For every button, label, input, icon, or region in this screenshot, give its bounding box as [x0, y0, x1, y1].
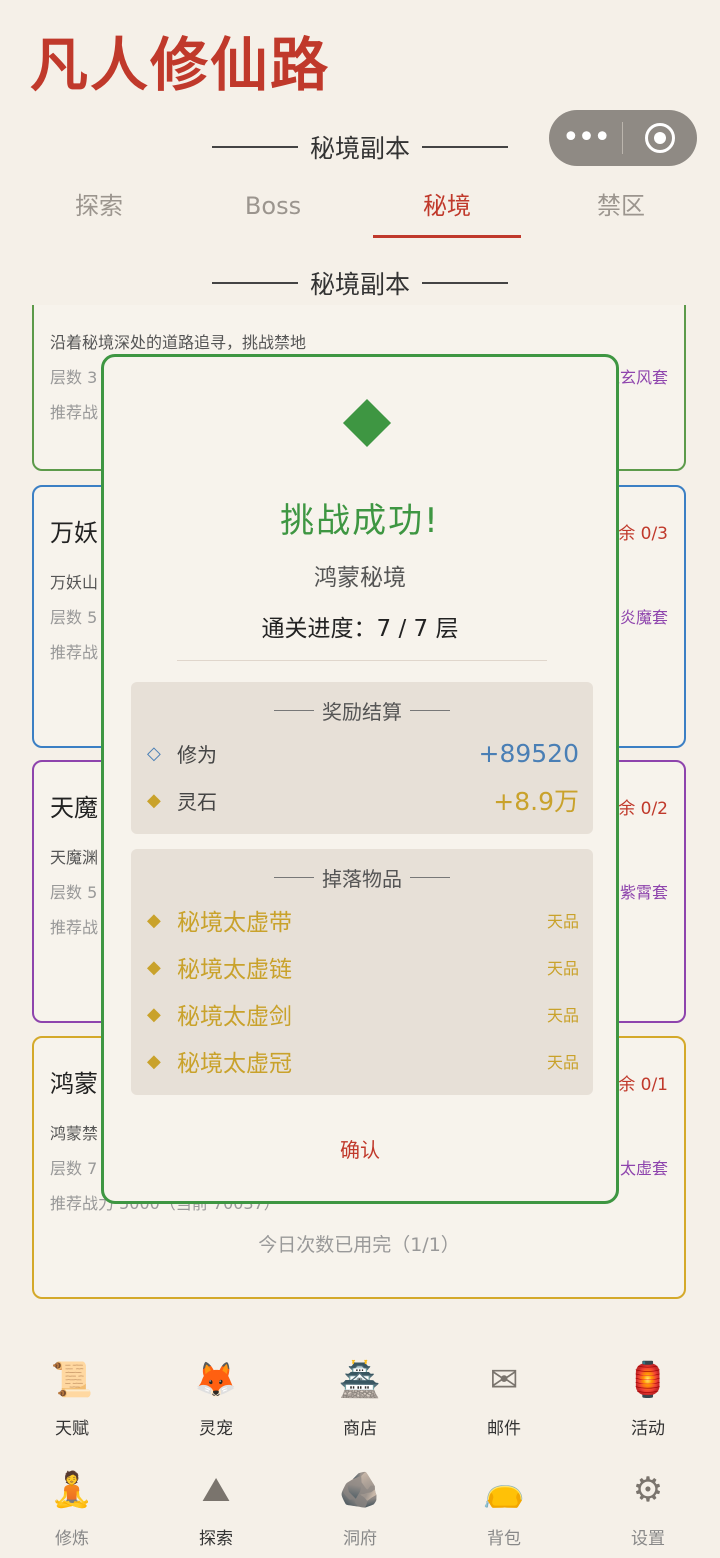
diamond-icon: ◆: [147, 789, 161, 811]
drop-item: ◆ 秘境太虚冠 天品: [147, 1043, 579, 1079]
diamond-icon: ◆: [147, 909, 161, 931]
dialog-title: 挑战成功!: [280, 501, 440, 541]
item-grade: 天品: [546, 1006, 579, 1025]
drop-panel-title: 掉落物品: [322, 867, 402, 891]
realm-name: 鸿蒙秘境: [314, 565, 406, 591]
reward-row: ◇ 修为 +89520: [147, 736, 579, 770]
item-name: 秘境太虚链: [177, 957, 292, 983]
reward-panel-title: 奖励结算: [322, 700, 402, 724]
result-dialog: 挑战成功! 鸿蒙秘境 通关进度：7 / 7 层 奖励结算 ◇ 修为 +89520 …: [101, 354, 619, 1204]
diamond-icon: ◆: [147, 1003, 161, 1025]
drop-item: ◆ 秘境太虚带 天品: [147, 902, 579, 938]
item-grade: 天品: [546, 912, 579, 931]
item-name: 秘境太虚剑: [177, 1004, 292, 1030]
dialog-divider: [177, 660, 547, 661]
item-grade: 天品: [546, 1053, 579, 1072]
drop-item: ◆ 秘境太虚链 天品: [147, 949, 579, 985]
diamond-icon: ◆: [147, 1050, 161, 1072]
item-name: 秘境太虚带: [177, 910, 292, 936]
reward-value: +89520: [478, 738, 579, 768]
clear-progress: 通关进度：7 / 7 层: [261, 616, 459, 642]
reward-label: 修为: [177, 742, 217, 767]
success-diamond-icon: [342, 398, 392, 448]
item-name: 秘境太虚冠: [177, 1051, 292, 1077]
item-grade: 天品: [546, 959, 579, 978]
confirm-button[interactable]: 确认: [104, 1134, 616, 1163]
reward-value: +8.9万: [493, 787, 579, 816]
hollow-diamond-icon: ◇: [147, 742, 161, 764]
diamond-icon: ◆: [147, 956, 161, 978]
reward-label: 灵石: [177, 789, 217, 814]
drop-panel: 掉落物品 ◆ 秘境太虚带 天品 ◆ 秘境太虚链 天品 ◆ 秘境太虚剑 天品 ◆ …: [131, 849, 593, 1095]
drop-item: ◆ 秘境太虚剑 天品: [147, 996, 579, 1032]
reward-panel: 奖励结算 ◇ 修为 +89520 ◆ 灵石 +8.9万: [131, 682, 593, 834]
modal-overlay: 挑战成功! 鸿蒙秘境 通关进度：7 / 7 层 奖励结算 ◇ 修为 +89520 …: [0, 0, 720, 1558]
reward-row: ◆ 灵石 +8.9万: [147, 783, 579, 817]
